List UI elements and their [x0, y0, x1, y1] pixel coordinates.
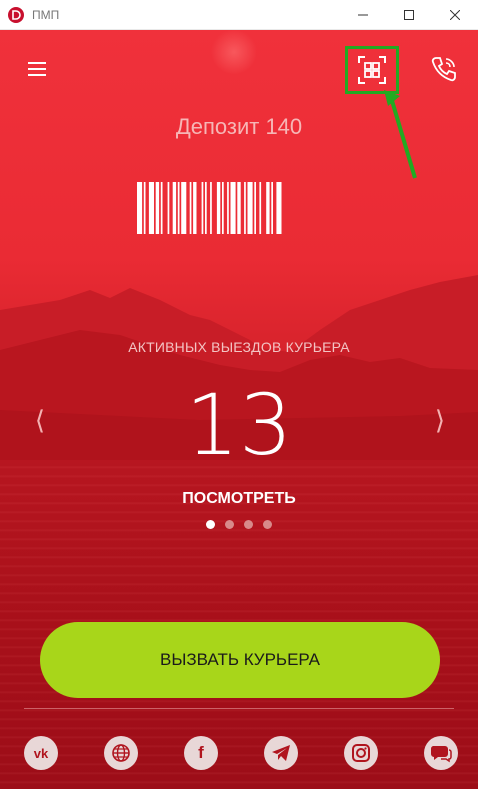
vk-icon: vk: [33, 745, 49, 761]
barcode-bar: [237, 182, 241, 234]
background-sun: [210, 30, 258, 74]
pagination-dots: [0, 520, 478, 529]
barcode-image[interactable]: [137, 182, 347, 234]
maximize-icon: [404, 10, 414, 20]
barcode-bar: [193, 182, 197, 234]
phone-button[interactable]: [428, 52, 460, 86]
menu-button[interactable]: [22, 54, 52, 84]
barcode-bar: [259, 182, 262, 234]
barcode-bar: [181, 182, 187, 234]
barcode-bar: [143, 182, 146, 234]
active-trips-label: АКТИВНЫХ ВЫЕЗДОВ КУРЬЕРА: [128, 339, 350, 355]
qr-code-icon: [358, 56, 386, 84]
social-links: vk f: [0, 736, 478, 770]
next-arrow-button[interactable]: ⟩: [430, 405, 450, 435]
barcode-bar: [189, 182, 192, 234]
pagination-dot[interactable]: [263, 520, 272, 529]
app-logo-icon: [8, 6, 24, 23]
barcode-bar: [222, 182, 224, 234]
barcode-bar: [266, 182, 270, 234]
window-title: ПМП: [32, 7, 60, 22]
globe-icon: [112, 744, 130, 762]
barcode-bar: [254, 182, 256, 234]
deposit-label: Депозит 140: [175, 114, 303, 139]
barcode-bar: [247, 182, 253, 234]
pagination-dot[interactable]: [225, 520, 234, 529]
vk-button[interactable]: vk: [24, 736, 58, 770]
barcode-bar: [276, 182, 282, 234]
telegram-button[interactable]: [264, 736, 298, 770]
divider: [24, 708, 454, 709]
maximize-button[interactable]: [386, 0, 432, 30]
barcode-bar: [205, 182, 207, 234]
barcode-bar: [177, 182, 180, 234]
barcode-bar: [148, 182, 154, 234]
view-button[interactable]: ПОСМОТРЕТЬ: [0, 490, 478, 508]
call-courier-button[interactable]: ВЫЗВАТЬ КУРЬЕРА: [40, 622, 440, 698]
close-button[interactable]: [432, 0, 478, 30]
barcode-bar: [137, 182, 143, 234]
app-screen: Депозит 140 АКТИВНЫХ ВЫЕЗДОВ КУРЬЕРА ⟨ 1…: [0, 30, 478, 789]
barcode-bar: [216, 182, 221, 234]
minimize-button[interactable]: [340, 0, 386, 30]
barcode-bar: [271, 182, 273, 234]
chat-button[interactable]: [424, 736, 458, 770]
phone-icon: [431, 57, 456, 82]
website-button[interactable]: [104, 736, 138, 770]
window-titlebar: ПМП: [0, 0, 478, 30]
pagination-dot[interactable]: [244, 520, 253, 529]
barcode-bar: [155, 182, 160, 234]
barcode-bar: [227, 182, 229, 234]
hamburger-icon: [28, 62, 46, 76]
instagram-button[interactable]: [344, 736, 378, 770]
barcode-bar: [167, 182, 170, 234]
close-icon: [450, 10, 460, 20]
telegram-icon: [272, 745, 290, 761]
barcode-bar: [210, 182, 212, 234]
minimize-icon: [358, 14, 368, 16]
barcode-bar: [160, 182, 163, 234]
barcode-bar: [172, 182, 177, 234]
instagram-icon: [352, 744, 370, 762]
pagination-dot[interactable]: [206, 520, 215, 529]
barcode-bar: [230, 182, 236, 234]
barcode-bar: [201, 182, 204, 234]
facebook-button[interactable]: f: [184, 736, 218, 770]
barcode-bar: [244, 182, 246, 234]
window-controls: [340, 0, 478, 30]
facebook-icon: f: [198, 743, 204, 762]
chat-icon: [430, 746, 452, 763]
active-trips-count: 13: [185, 376, 293, 474]
